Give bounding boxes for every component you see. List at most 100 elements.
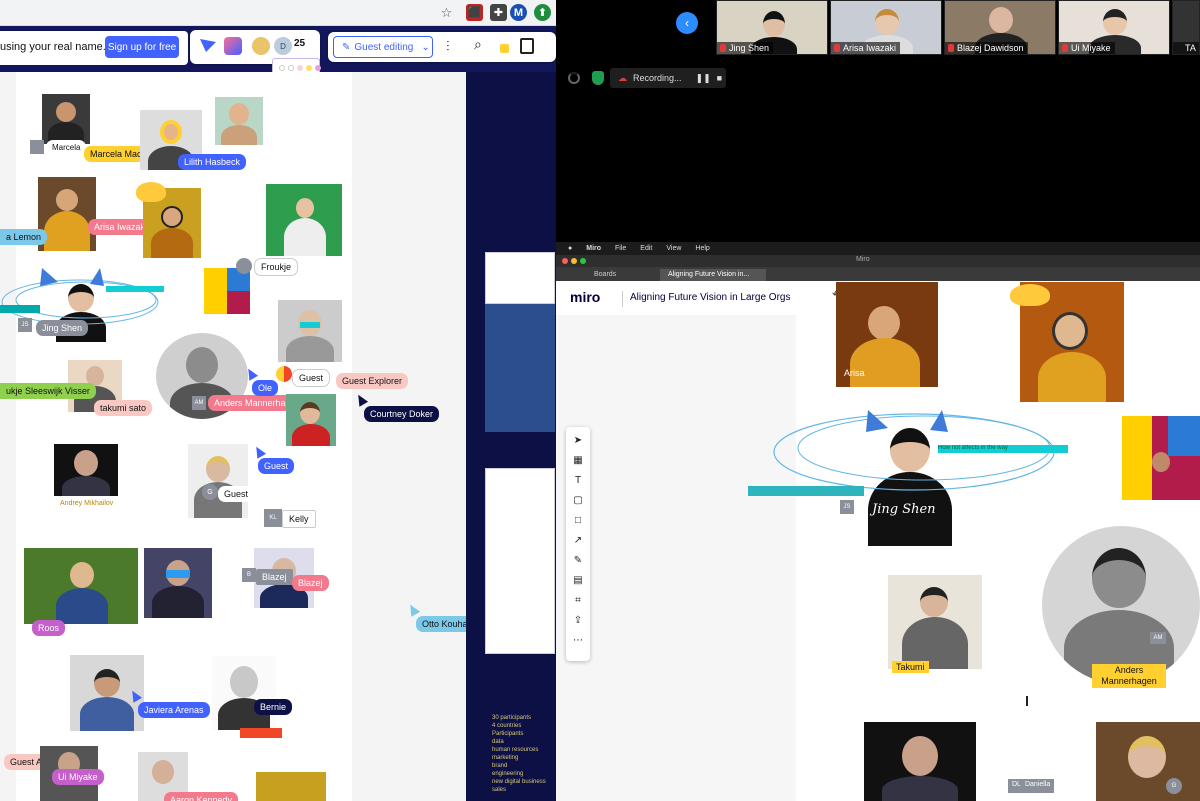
photo-guest-woman[interactable]	[188, 444, 248, 518]
board-icon[interactable]	[224, 37, 242, 55]
list-line: marketing	[492, 755, 519, 761]
window-titlebar: Miro	[556, 255, 1200, 267]
recording-indicator[interactable]: ☁ Recording... ❚❚ ■	[610, 68, 726, 88]
menu-help[interactable]: Help	[695, 245, 709, 252]
participant-jing-shen[interactable]: Jing Shen	[716, 0, 828, 55]
back-chevron-icon[interactable]: ‹	[676, 12, 698, 34]
signup-button[interactable]: Sign up for free	[105, 36, 179, 58]
tag-guest-blue: Guest	[258, 458, 295, 474]
maximize-window-icon[interactable]	[580, 258, 586, 264]
app-label-arisa: Arisa	[844, 368, 865, 378]
app-jing-signature: Jing Shen	[872, 502, 936, 517]
search-icon[interactable]: ⌕	[474, 36, 482, 53]
tag-kelly: Kelly	[282, 510, 316, 528]
tab-boards[interactable]: Boards	[586, 269, 624, 281]
puzzle-icon[interactable]: ✚	[490, 4, 507, 21]
avatar-froukje	[236, 258, 252, 274]
list-line: human resources	[492, 747, 539, 753]
pdf-icon[interactable]: ⬛	[466, 4, 483, 21]
app-cyan-note-left	[748, 486, 864, 496]
mac-menubar: ● Miro File Edit View Help	[556, 242, 1200, 255]
doc-thumbnail-2[interactable]	[485, 304, 555, 432]
mic-muted-icon	[948, 44, 954, 52]
menu-miro[interactable]: Miro	[586, 245, 601, 252]
photo-green-screen[interactable]	[266, 184, 342, 256]
menu-view[interactable]: View	[666, 245, 681, 252]
photo-woman-smiling[interactable]	[215, 97, 263, 145]
shape-icon[interactable]: □	[571, 513, 585, 527]
collaborator-avatar-d[interactable]: D	[274, 37, 292, 55]
cursor-icon[interactable]: ➤	[571, 433, 585, 447]
photo-marcela[interactable]	[42, 94, 90, 144]
menu-edit[interactable]: Edit	[640, 245, 652, 252]
participant-blazej-dawidson[interactable]: Blazej Dawidson	[944, 0, 1056, 55]
photo-woman-teal[interactable]	[278, 300, 342, 362]
app-avatar-js: JS	[840, 500, 854, 514]
miro-desktop-app: ● Miro File Edit View Help Miro Boards A…	[556, 242, 1200, 801]
reactions-icon[interactable]	[200, 39, 216, 53]
app-daniella-initials: DL	[1012, 781, 1021, 788]
doc-thumbnail-3[interactable]	[485, 468, 555, 654]
list-line: 30 participants	[492, 715, 532, 721]
miro-logo[interactable]: miro	[570, 289, 600, 305]
photo-colorful-art[interactable]	[204, 268, 250, 314]
sticky-icon[interactable]	[500, 44, 509, 53]
frame-icon[interactable]: ▦	[571, 453, 585, 467]
profile-avatar[interactable]: M	[510, 4, 527, 21]
participant-label: Blazej Dawidson	[945, 42, 1028, 54]
settings-sliders-icon[interactable]: ⫶	[446, 38, 450, 55]
tag-andrey: Andrey Mikhailov	[60, 500, 114, 507]
sync-icon[interactable]: ⬆	[534, 4, 551, 21]
tag-ole: Ole	[252, 380, 279, 396]
notes-icon[interactable]	[520, 38, 534, 54]
app-photo-anders[interactable]	[1042, 526, 1200, 684]
left-board-window: ☆ ⬛ ✚ M ⬆ using your real name. Sign up …	[0, 0, 556, 801]
doc-thumbnail-1[interactable]	[485, 252, 555, 304]
tag-blazej-pink: Blazej	[292, 575, 329, 591]
tag-jing-shen: Jing Shen	[36, 320, 89, 336]
tag-guest-woman: Guest	[218, 486, 255, 502]
video-call-window: ‹ Jing Shen Arisa Iwazaki Blazej Dawidso…	[556, 0, 1200, 242]
photo-bernie[interactable]	[212, 656, 276, 730]
photo-roos[interactable]	[24, 548, 138, 624]
mic-muted-icon	[834, 44, 840, 52]
comment-icon[interactable]: ▤	[571, 573, 585, 587]
red-label-strip	[240, 728, 282, 738]
menu-file[interactable]: File	[615, 245, 626, 252]
board-title[interactable]: Aligning Future Vision in Large Orgs	[630, 292, 790, 303]
photo-andrey[interactable]	[54, 444, 118, 496]
photo-woman-red[interactable]	[286, 394, 336, 446]
line-icon[interactable]: ↗	[571, 533, 585, 547]
recording-label: Recording...	[633, 73, 682, 83]
pen-icon[interactable]: ✎	[571, 553, 585, 567]
participant-ta[interactable]: TA	[1172, 0, 1200, 55]
participant-arisa-iwazaki[interactable]: Arisa Iwazaki	[830, 0, 942, 55]
photo-man-blue-mask[interactable]	[144, 548, 212, 618]
avatar-am: AM	[192, 396, 206, 410]
app-photo-colorful[interactable]	[1122, 416, 1200, 500]
cyan-note-strip	[0, 305, 40, 313]
app-photo-guest-woman[interactable]	[1096, 722, 1200, 801]
stop-icon[interactable]: ■	[717, 73, 722, 83]
upload-icon[interactable]: ⇪	[571, 613, 585, 627]
text-icon[interactable]: T	[571, 473, 585, 487]
canvas-empty-area[interactable]	[556, 315, 796, 801]
pause-icon[interactable]: ❚❚	[696, 73, 711, 84]
minimize-window-icon[interactable]	[571, 258, 577, 264]
star-icon[interactable]: ☆	[438, 4, 455, 21]
guest-editing-button[interactable]: ✎ Guest editing ⌄	[333, 36, 433, 58]
tab-board[interactable]: Aligning Future Vision in...	[660, 269, 766, 281]
participant-ui-miyake[interactable]: Ui Miyake	[1058, 0, 1170, 55]
app-photo-takumi[interactable]	[888, 575, 982, 669]
app-photo-andrey[interactable]	[864, 722, 976, 801]
collaborator-count[interactable]: 25	[294, 38, 305, 49]
close-window-icon[interactable]	[562, 258, 568, 264]
apple-icon[interactable]: ●	[568, 245, 572, 252]
more-icon[interactable]: ⋯	[571, 633, 585, 647]
photo-bottom-colorful[interactable]	[256, 772, 326, 801]
list-line: 4 countries	[492, 723, 522, 729]
crop-icon[interactable]: ⌗	[571, 593, 585, 607]
cursor-otto	[405, 602, 421, 617]
collaborator-avatar[interactable]	[252, 37, 270, 55]
sticky-note-icon[interactable]: ▢	[571, 493, 585, 507]
